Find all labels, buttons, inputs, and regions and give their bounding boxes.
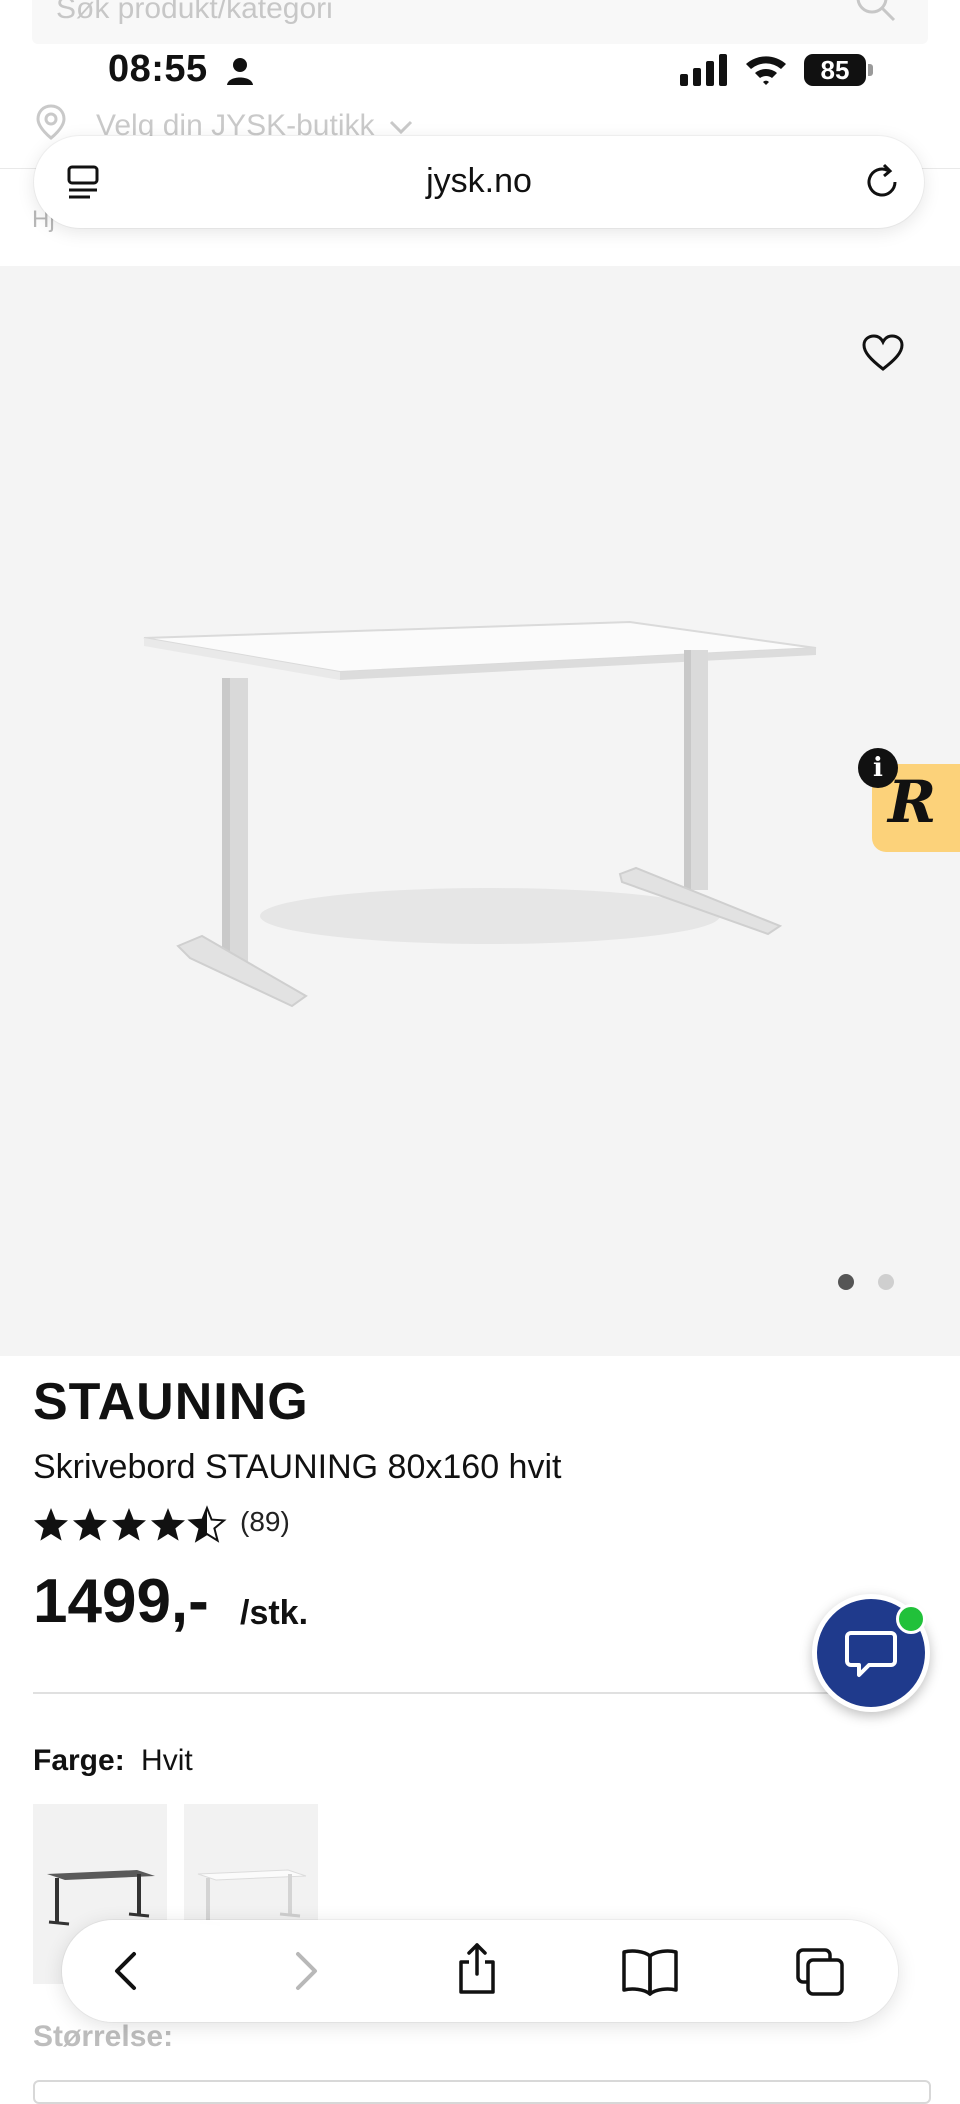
status-time: 08:55: [108, 48, 208, 90]
battery-indicator: 85: [804, 54, 866, 86]
reload-icon[interactable]: [862, 162, 902, 207]
star-rating[interactable]: [33, 1504, 229, 1544]
review-widget-logo: R: [888, 768, 937, 836]
gallery-dot-active[interactable]: [838, 1274, 854, 1290]
person-icon: [226, 56, 254, 91]
section-divider: [33, 1692, 839, 1694]
color-option-label: Farge: Hvit: [33, 1744, 193, 1778]
heart-icon[interactable]: [862, 334, 904, 377]
product-image-gallery[interactable]: [0, 266, 960, 1356]
status-bar: 08:55 85: [0, 40, 960, 100]
product-title: Skrivebord STAUNING 80x160 hvit: [33, 1448, 562, 1486]
size-select[interactable]: [33, 2080, 931, 2104]
url-text[interactable]: jysk.no: [34, 162, 924, 201]
price-unit: /stk.: [240, 1594, 309, 1632]
forward-icon[interactable]: [280, 1946, 330, 2001]
color-value: Hvit: [141, 1744, 193, 1777]
review-count[interactable]: (89): [240, 1506, 290, 1538]
address-bar[interactable]: jysk.no: [34, 136, 924, 228]
share-icon[interactable]: [452, 1940, 502, 2001]
wifi-icon: [744, 52, 788, 91]
gallery-dot[interactable]: [878, 1274, 894, 1290]
size-label: Størrelse:: [33, 2020, 174, 2053]
color-label: Farge:: [33, 1744, 125, 1777]
online-status-dot: [896, 1604, 926, 1634]
product-price: 1499,-: [33, 1567, 209, 1636]
battery-cap: [868, 64, 873, 76]
browser-toolbar: [62, 1920, 898, 2022]
search-icon[interactable]: [854, 0, 898, 29]
product-brand: STAUNING: [33, 1373, 309, 1431]
site-search-bar[interactable]: Søk produkt/kategori: [32, 0, 928, 44]
cellular-signal-icon: [680, 54, 730, 91]
chat-bubble-icon: [845, 1631, 897, 1677]
info-icon[interactable]: i: [858, 748, 898, 788]
tabs-icon[interactable]: [794, 1946, 846, 2003]
bookmarks-icon[interactable]: [620, 1946, 680, 2001]
back-icon[interactable]: [102, 1946, 152, 2001]
product-image-desk: [143, 620, 817, 1008]
site-search-placeholder: Søk produkt/kategori: [56, 0, 333, 25]
